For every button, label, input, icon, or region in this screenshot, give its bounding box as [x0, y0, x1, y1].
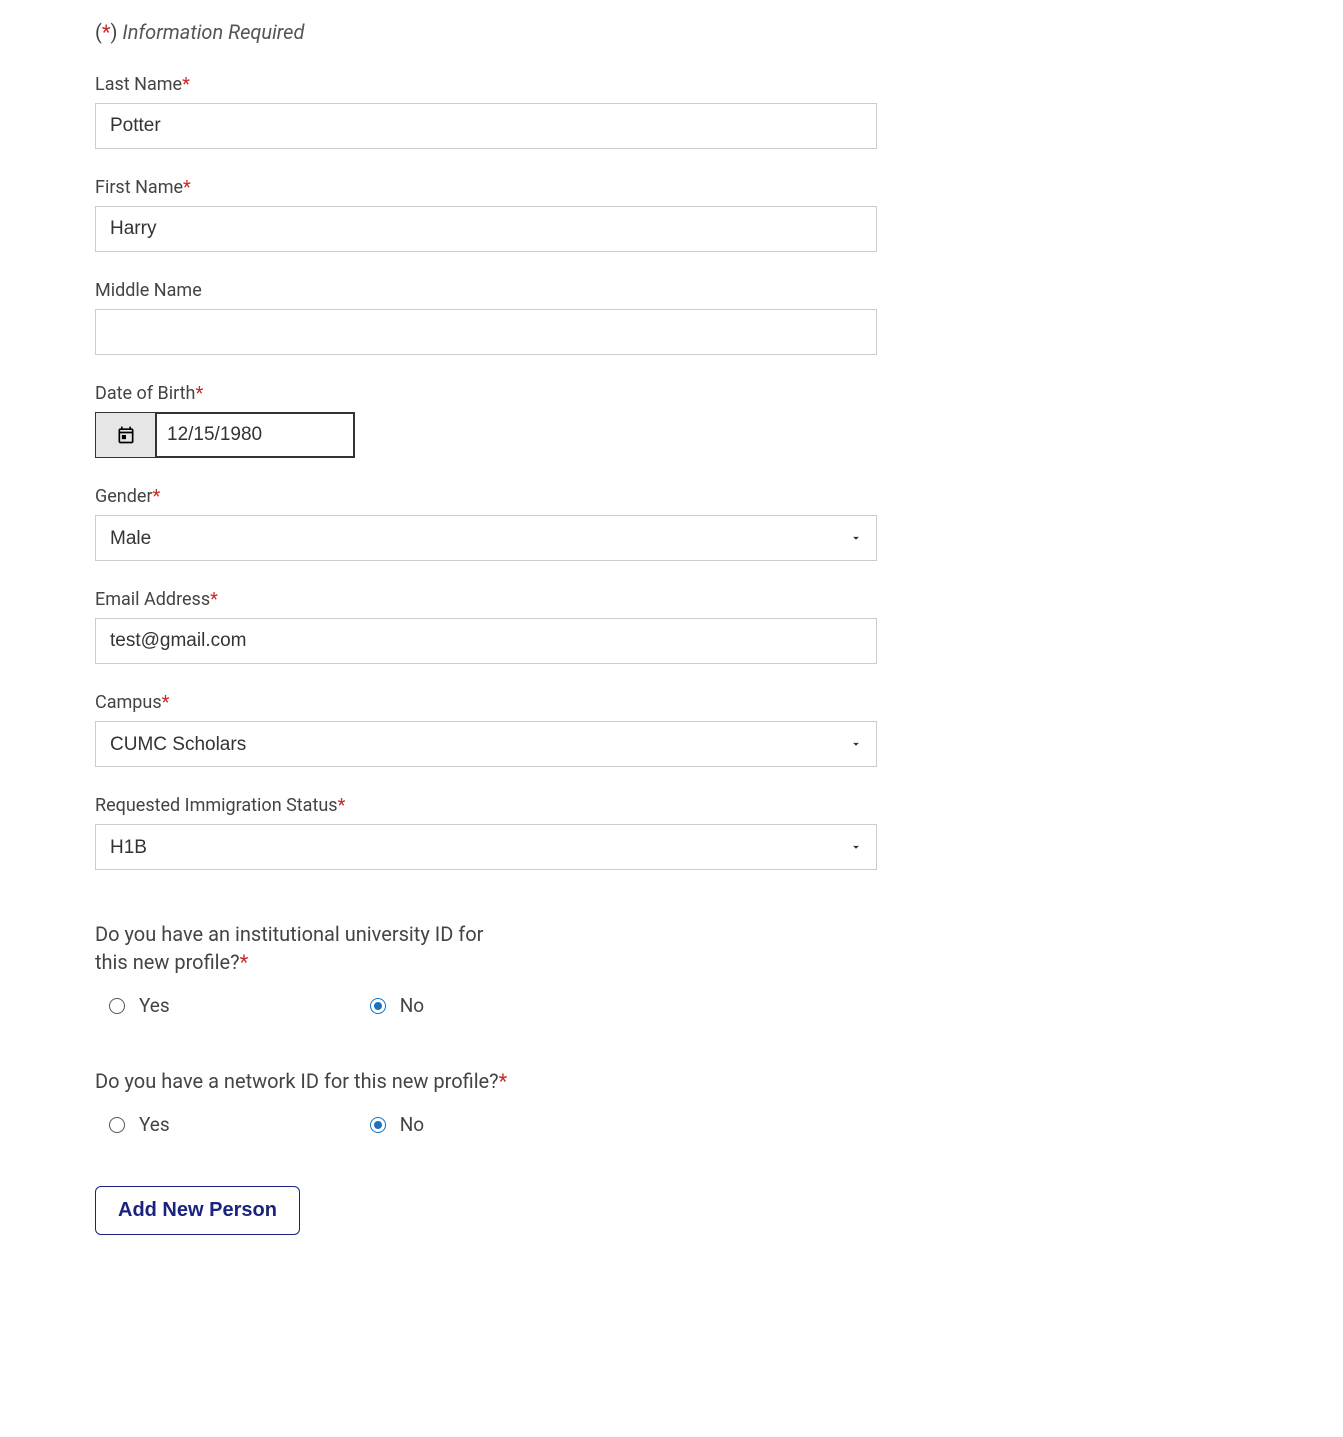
campus-label: Campus*	[95, 692, 877, 713]
first-name-group: First Name*	[95, 177, 877, 252]
first-name-label: First Name*	[95, 177, 877, 198]
network-id-yes-option[interactable]: Yes	[109, 1113, 170, 1136]
dob-input[interactable]	[155, 412, 355, 458]
radio-unchecked-icon	[109, 1117, 125, 1133]
gender-group: Gender* Male	[95, 486, 877, 561]
first-name-input[interactable]	[95, 206, 877, 252]
radio-unchecked-icon	[109, 998, 125, 1014]
middle-name-input[interactable]	[95, 309, 877, 355]
network-id-yes-label: Yes	[139, 1113, 170, 1136]
calendar-icon	[116, 425, 136, 445]
radio-checked-icon	[370, 1117, 386, 1133]
gender-label: Gender*	[95, 486, 877, 507]
calendar-button[interactable]	[95, 412, 155, 458]
last-name-group: Last Name*	[95, 74, 877, 149]
email-input[interactable]	[95, 618, 877, 664]
info-required-hint: (*) Information Required	[95, 20, 877, 44]
last-name-label: Last Name*	[95, 74, 877, 95]
dob-label: Date of Birth*	[95, 383, 877, 404]
gender-select[interactable]: Male	[95, 515, 877, 561]
institutional-id-question: Do you have an institutional university …	[95, 920, 877, 1017]
immigration-label: Requested Immigration Status*	[95, 795, 877, 816]
institutional-id-yes-option[interactable]: Yes	[109, 994, 170, 1017]
radio-checked-icon	[370, 998, 386, 1014]
institutional-id-no-label: No	[400, 994, 424, 1017]
email-label: Email Address*	[95, 589, 877, 610]
dob-group: Date of Birth*	[95, 383, 877, 458]
immigration-select[interactable]: H1B	[95, 824, 877, 870]
immigration-group: Requested Immigration Status* H1B	[95, 795, 877, 870]
institutional-id-no-option[interactable]: No	[370, 994, 424, 1017]
institutional-id-yes-label: Yes	[139, 994, 170, 1017]
campus-select[interactable]: CUMC Scholars	[95, 721, 877, 767]
institutional-id-label: Do you have an institutional university …	[95, 920, 495, 976]
email-group: Email Address*	[95, 589, 877, 664]
middle-name-label: Middle Name	[95, 280, 877, 301]
network-id-no-label: No	[400, 1113, 424, 1136]
middle-name-group: Middle Name	[95, 280, 877, 355]
add-new-person-button[interactable]: Add New Person	[95, 1186, 300, 1235]
network-id-question: Do you have a network ID for this new pr…	[95, 1067, 877, 1136]
network-id-no-option[interactable]: No	[370, 1113, 424, 1136]
network-id-label: Do you have a network ID for this new pr…	[95, 1067, 877, 1095]
campus-group: Campus* CUMC Scholars	[95, 692, 877, 767]
last-name-input[interactable]	[95, 103, 877, 149]
